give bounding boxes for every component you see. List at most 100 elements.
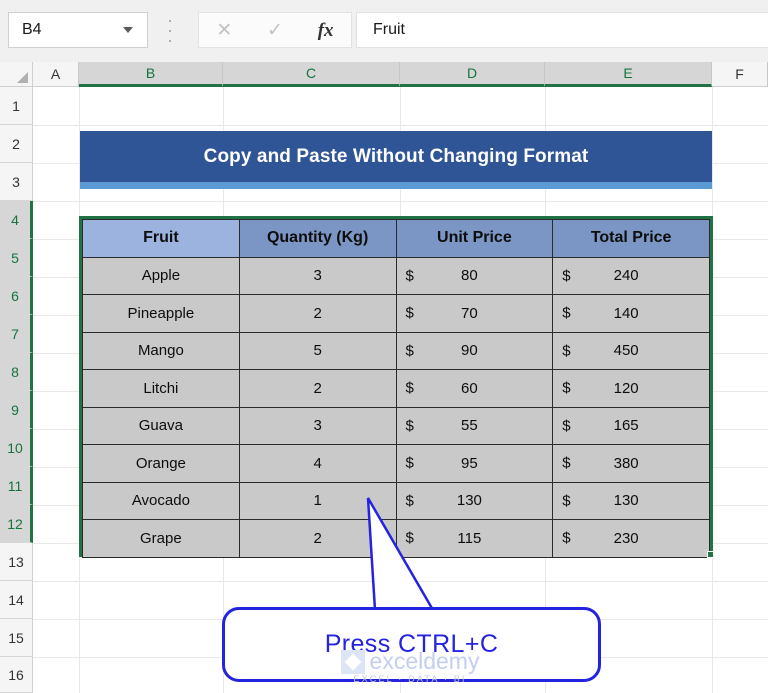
cell-fruit[interactable]: Pineapple [82, 294, 240, 333]
cell-fruit[interactable]: Apple [82, 256, 240, 295]
row-header-5[interactable]: 5 [0, 239, 33, 277]
column-header-e[interactable]: E [545, 62, 712, 87]
formula-input[interactable]: Fruit [356, 12, 768, 48]
formula-input-value: Fruit [373, 21, 405, 38]
cell-fruit[interactable]: Grape [82, 519, 240, 558]
column-header-f[interactable]: F [712, 62, 768, 87]
cell-unit-price[interactable]: $60 [395, 369, 554, 408]
select-all-button[interactable] [0, 62, 33, 87]
currency-amount: 60 [461, 379, 478, 397]
currency-symbol: $ [562, 379, 571, 397]
currency-symbol: $ [405, 342, 414, 360]
grip-dot [169, 40, 171, 42]
currency-symbol: $ [562, 454, 571, 472]
row-header-column: 1 2 3 4 5 6 7 8 9 10 11 12 13 14 15 16 [0, 87, 33, 693]
formula-bar-row: B4 ✕ ✓ fx Fruit [0, 0, 768, 63]
currency-symbol: $ [562, 304, 571, 322]
cell-quantity[interactable]: 3 [238, 256, 397, 295]
row-header-3[interactable]: 3 [0, 163, 33, 201]
cell-total-price[interactable]: $120 [552, 369, 710, 408]
cancel-icon[interactable]: ✕ [204, 21, 244, 40]
table-row[interactable]: Apple 3 $80 $240 [82, 256, 710, 295]
column-header-d[interactable]: D [400, 62, 545, 87]
row-header-12[interactable]: 12 [0, 505, 33, 543]
insert-function-icon[interactable]: fx [306, 21, 346, 40]
row-header-8[interactable]: 8 [0, 353, 33, 391]
currency-amount: 90 [461, 342, 478, 360]
column-header-fruit[interactable]: Fruit [82, 219, 240, 258]
cell-total-price[interactable]: $165 [552, 406, 710, 445]
cell-unit-price[interactable]: $80 [395, 256, 554, 295]
cell-unit-price[interactable]: $70 [395, 294, 554, 333]
row-header-9[interactable]: 9 [0, 391, 33, 429]
table-row[interactable]: Litchi 2 $60 $120 [82, 369, 710, 408]
row-header-16[interactable]: 16 [0, 657, 33, 693]
callout-pointer [366, 497, 436, 612]
cell-unit-price[interactable]: $55 [395, 406, 554, 445]
row-header-2[interactable]: 2 [0, 125, 33, 163]
grip-dot [169, 20, 171, 22]
cell-fruit[interactable]: Avocado [82, 481, 240, 520]
currency-amount: 230 [613, 529, 639, 547]
cell-total-price[interactable]: $380 [552, 444, 710, 483]
cell-total-price[interactable]: $240 [552, 256, 710, 295]
cell-quantity[interactable]: 3 [238, 406, 397, 445]
row-header-14[interactable]: 14 [0, 581, 33, 619]
namebox-resize-grip[interactable] [168, 20, 172, 42]
currency-amount: 95 [461, 454, 478, 472]
cell-fruit[interactable]: Mango [82, 331, 240, 370]
grip-dot [169, 30, 171, 32]
cell-total-price[interactable]: $140 [552, 294, 710, 333]
currency-symbol: $ [405, 379, 414, 397]
currency-amount: 120 [613, 379, 639, 397]
chevron-down-icon[interactable] [123, 27, 133, 33]
confirm-icon[interactable]: ✓ [255, 21, 295, 40]
table-row[interactable]: Orange 4 $95 $380 [82, 444, 710, 483]
currency-symbol: $ [405, 304, 414, 322]
row-header-11[interactable]: 11 [0, 467, 33, 505]
cell-unit-price[interactable]: $95 [395, 444, 554, 483]
currency-symbol: $ [405, 417, 414, 435]
name-box[interactable]: B4 [8, 12, 148, 48]
table-header-row: Fruit Quantity (Kg) Unit Price Total Pri… [82, 219, 710, 258]
cell-total-price[interactable]: $130 [552, 481, 710, 520]
currency-amount: 165 [613, 417, 639, 435]
row-header-15[interactable]: 15 [0, 619, 33, 657]
row-header-4[interactable]: 4 [0, 201, 33, 239]
table-row[interactable]: Mango 5 $90 $450 [82, 331, 710, 370]
column-header-total-price[interactable]: Total Price [552, 219, 710, 258]
cell-total-price[interactable]: $450 [552, 331, 710, 370]
cell-unit-price[interactable]: $90 [395, 331, 554, 370]
currency-symbol: $ [562, 417, 571, 435]
cell-quantity[interactable]: 5 [238, 331, 397, 370]
cell-quantity[interactable]: 2 [238, 294, 397, 333]
currency-symbol: $ [562, 342, 571, 360]
currency-amount: 80 [461, 267, 478, 285]
currency-amount: 450 [613, 342, 639, 360]
cell-quantity[interactable]: 4 [238, 444, 397, 483]
table-row[interactable]: Pineapple 2 $70 $140 [82, 294, 710, 333]
fill-handle[interactable] [707, 551, 714, 558]
cell-fruit[interactable]: Orange [82, 444, 240, 483]
select-all-triangle-icon [17, 72, 28, 83]
row-header-10[interactable]: 10 [0, 429, 33, 467]
currency-symbol: $ [562, 492, 571, 510]
cell-fruit[interactable]: Guava [82, 406, 240, 445]
column-header-a[interactable]: A [33, 62, 79, 87]
currency-amount: 70 [461, 304, 478, 322]
row-header-7[interactable]: 7 [0, 315, 33, 353]
column-header-unit-price[interactable]: Unit Price [395, 219, 554, 258]
row-header-6[interactable]: 6 [0, 277, 33, 315]
row-header-1[interactable]: 1 [0, 87, 33, 125]
title-banner: Copy and Paste Without Changing Format [80, 131, 712, 182]
currency-amount: 130 [613, 492, 639, 510]
column-header-c[interactable]: C [223, 62, 400, 87]
cell-quantity[interactable]: 2 [238, 369, 397, 408]
table-row[interactable]: Guava 3 $55 $165 [82, 406, 710, 445]
cell-fruit[interactable]: Litchi [82, 369, 240, 408]
cell-total-price[interactable]: $230 [552, 519, 710, 558]
column-header-b[interactable]: B [79, 62, 223, 87]
row-header-13[interactable]: 13 [0, 543, 33, 581]
column-header-quantity[interactable]: Quantity (Kg) [238, 219, 397, 258]
callout-box: Press CTRL+C [222, 607, 601, 682]
